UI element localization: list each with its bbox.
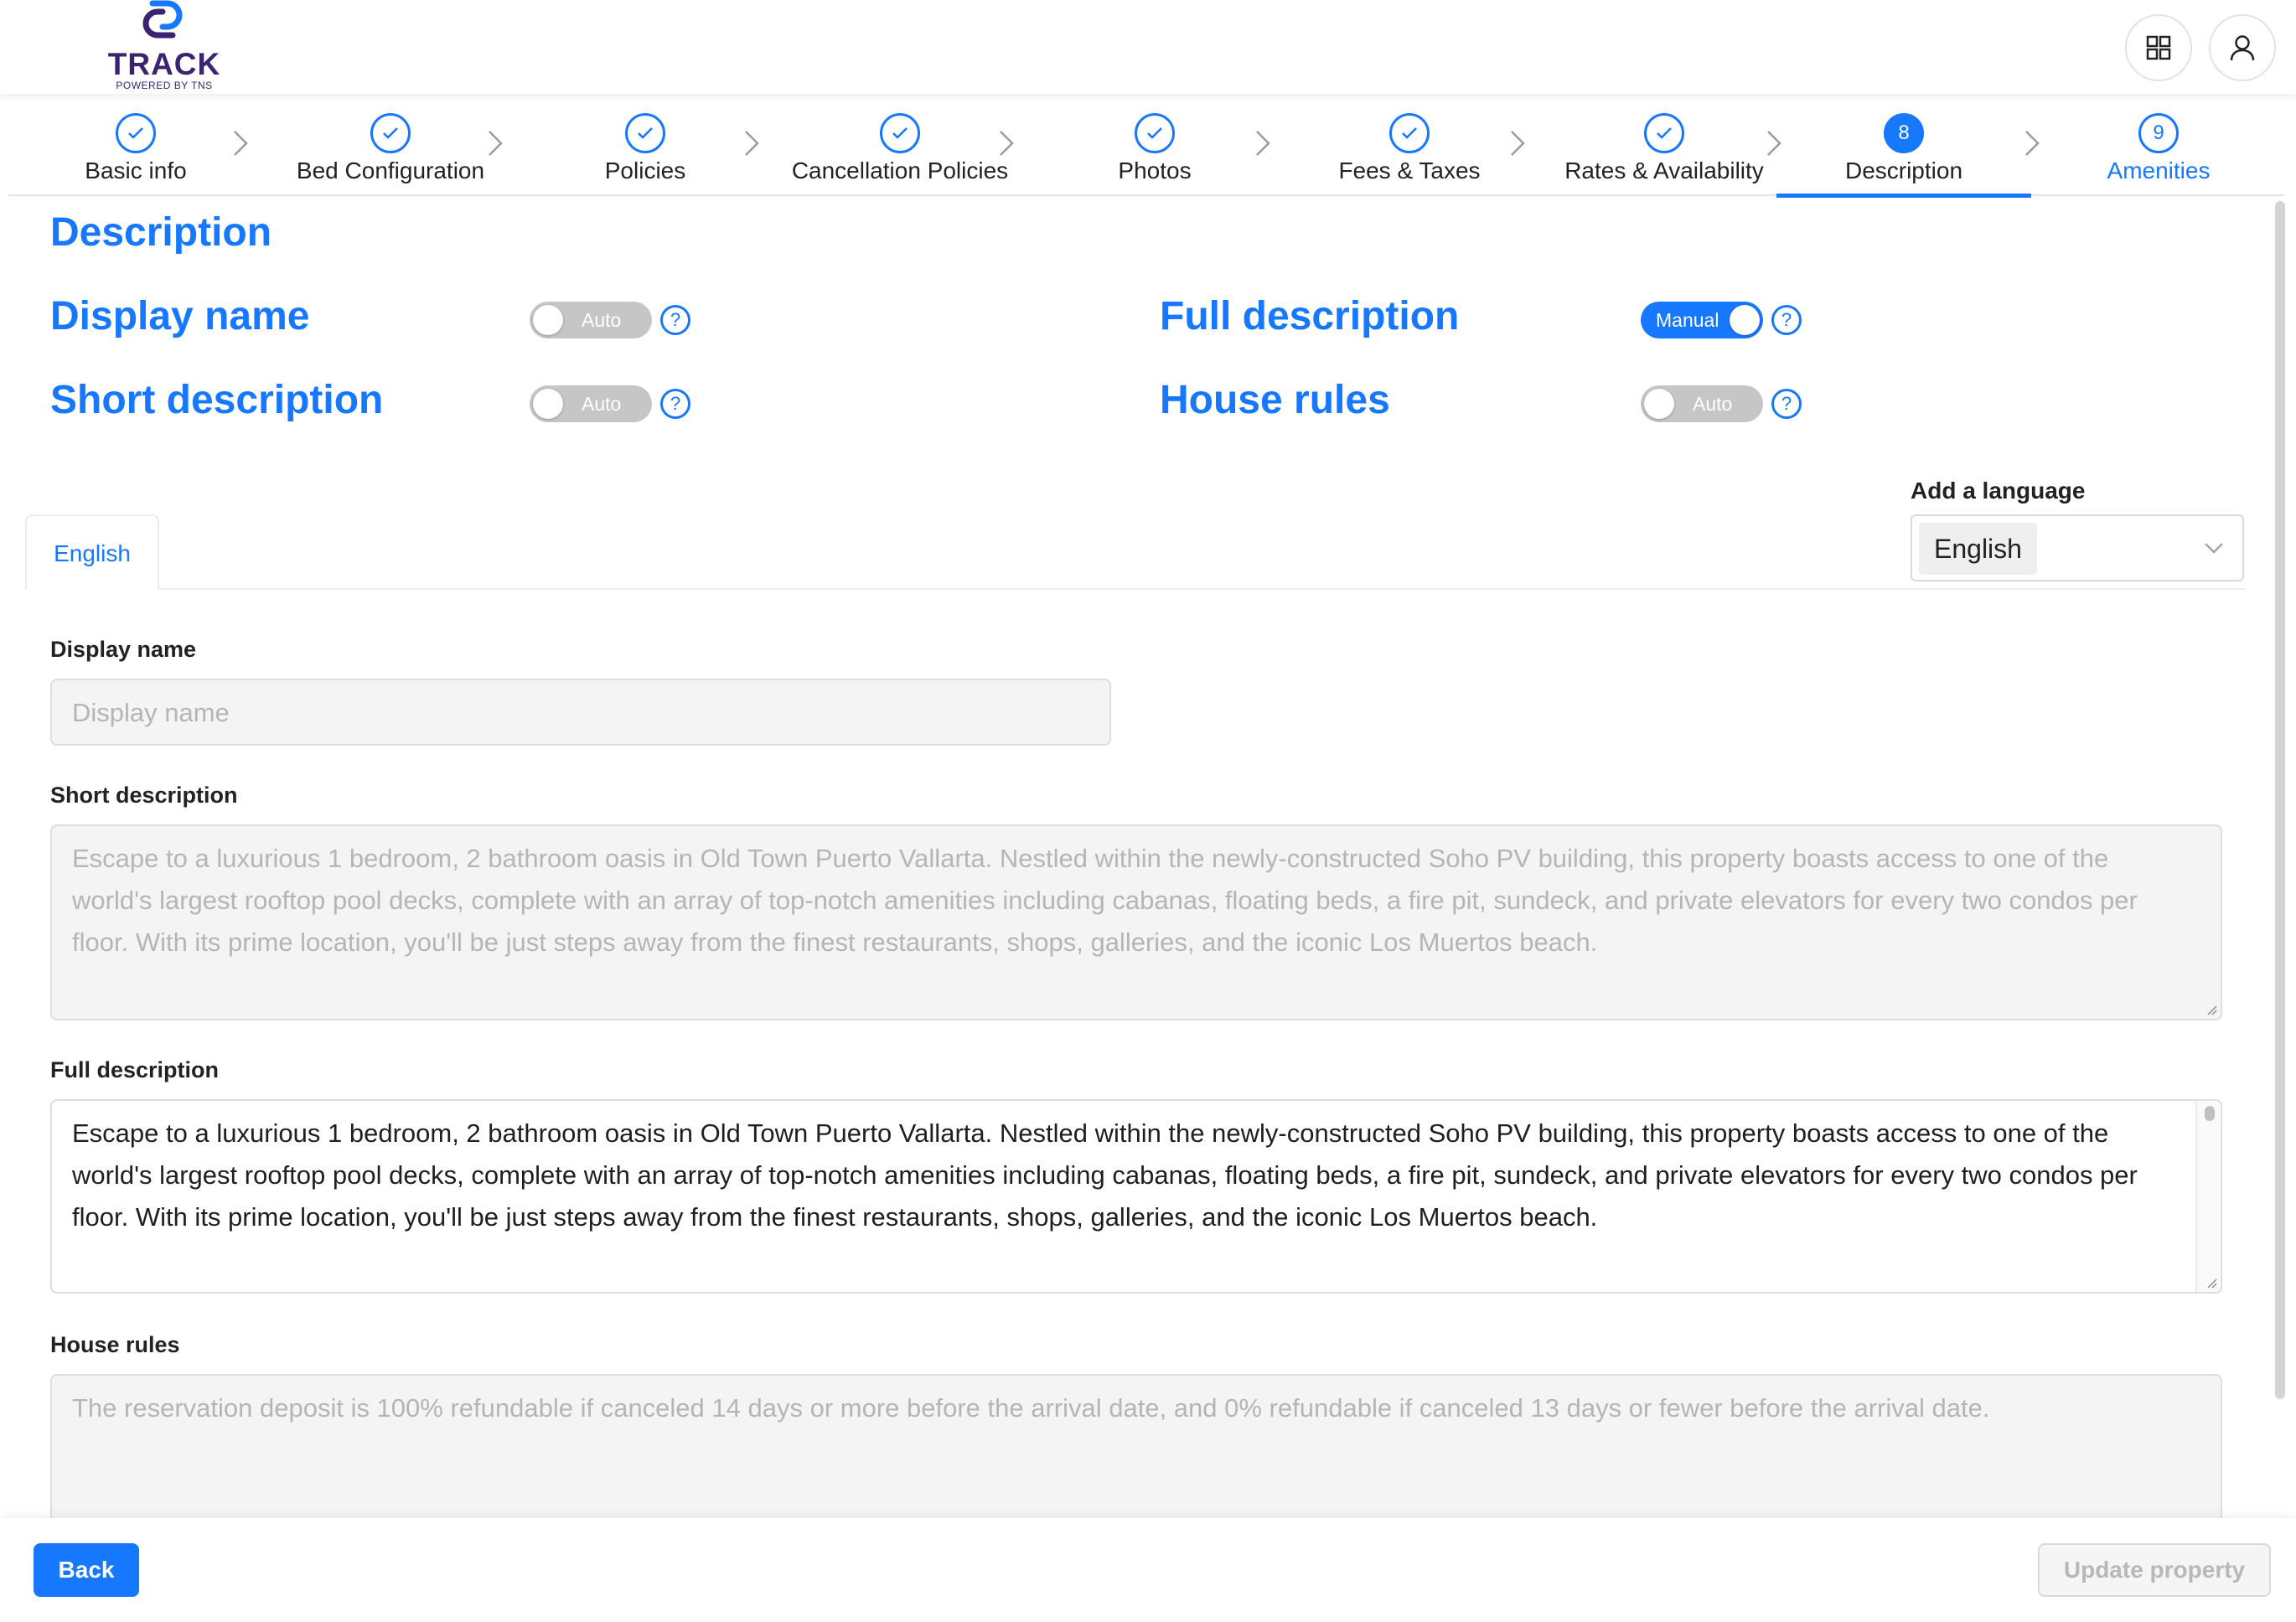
- full-description-heading: Full description: [1160, 294, 1460, 338]
- toggle-label: Manual: [1656, 309, 1719, 331]
- tab-english[interactable]: English: [25, 514, 159, 590]
- step-label: Amenities: [2107, 158, 2211, 183]
- footer-bar: Back Update property: [0, 1518, 2296, 1622]
- resize-handle-icon[interactable]: [2205, 1003, 2218, 1016]
- page-scrollbar-thumb[interactable]: [2275, 201, 2285, 1399]
- step-label: Fees & Taxes: [1338, 158, 1481, 183]
- house-rules-auto-toggle[interactable]: Auto: [1641, 385, 1763, 422]
- toggle-knob: [1644, 389, 1674, 419]
- toggle-label: Auto: [582, 393, 622, 415]
- toggle-label: Auto: [582, 309, 622, 331]
- textarea-scrollbar[interactable]: [2195, 1101, 2221, 1292]
- step-fees-taxes[interactable]: Fees & Taxes: [1282, 94, 1537, 196]
- step-check-icon: [1644, 113, 1684, 153]
- short-description-textarea[interactable]: Escape to a luxurious 1 bedroom, 2 bathr…: [50, 824, 2222, 1020]
- tab-bar-divider: [25, 588, 2246, 590]
- wizard-steps: Basic info Bed Configuration Policies Ca…: [8, 94, 2286, 198]
- chevron-right-icon: [1256, 131, 1270, 156]
- house-rules-field-label: House rules: [50, 1332, 180, 1357]
- help-icon[interactable]: ?: [660, 305, 690, 335]
- step-amenities[interactable]: 9 Amenities: [2031, 94, 2286, 196]
- step-label: Photos: [1118, 158, 1192, 183]
- display-name-auto-toggle[interactable]: Auto: [530, 302, 652, 338]
- track-logo[interactable]: TRACK POWERED BY TNS: [107, 0, 221, 92]
- user-menu-button[interactable]: [2209, 14, 2276, 81]
- step-check-icon: [1389, 113, 1430, 153]
- step-number: 9: [2153, 121, 2164, 144]
- step-check-icon: [370, 113, 411, 153]
- step-label: Rates & Availability: [1564, 158, 1764, 183]
- full-description-field-label: Full description: [50, 1057, 220, 1082]
- resize-handle-icon[interactable]: [2205, 1276, 2218, 1289]
- step-number-badge: 8: [1884, 113, 1924, 153]
- full-description-text: Escape to a luxurious 1 bedroom, 2 bathr…: [72, 1118, 2138, 1232]
- step-photos[interactable]: Photos: [1027, 94, 1282, 196]
- short-description-heading: Short description: [50, 378, 384, 422]
- page-title: Description: [50, 210, 272, 255]
- display-name-heading: Display name: [50, 294, 310, 338]
- page-scrollbar[interactable]: [2273, 201, 2288, 1399]
- display-name-input[interactable]: Display name: [50, 679, 1111, 746]
- language-select[interactable]: English: [1911, 514, 2244, 581]
- help-icon[interactable]: ?: [1771, 389, 1802, 419]
- top-header: TRACK POWERED BY TNS: [0, 0, 2296, 94]
- logo-text: TRACK: [107, 47, 221, 81]
- step-check-icon: [625, 113, 665, 153]
- back-button[interactable]: Back: [34, 1543, 139, 1597]
- display-name-field-label: Display name: [50, 637, 197, 662]
- user-icon: [2230, 35, 2255, 61]
- full-description-manual-toggle[interactable]: Manual: [1641, 302, 1763, 338]
- apps-button[interactable]: [2125, 14, 2192, 81]
- toggle-knob: [533, 305, 563, 335]
- help-icon[interactable]: ?: [1771, 305, 1802, 335]
- step-description[interactable]: 8 Description: [1776, 94, 2031, 198]
- toggle-knob: [533, 389, 563, 419]
- step-check-icon: [880, 113, 920, 153]
- selected-language-tag: English: [1919, 523, 2037, 575]
- chevron-right-icon: [1000, 131, 1014, 156]
- add-language-label: Add a language: [1911, 478, 2086, 504]
- full-description-textarea[interactable]: Escape to a luxurious 1 bedroom, 2 bathr…: [50, 1099, 2222, 1294]
- chevron-right-icon: [489, 131, 503, 156]
- toggle-knob: [1730, 305, 1760, 335]
- step-number-badge: 9: [2138, 113, 2179, 153]
- update-property-button[interactable]: Update property: [2038, 1543, 2271, 1597]
- step-check-icon: [116, 113, 156, 153]
- chevron-right-icon: [234, 131, 248, 156]
- logo-subtext: POWERED BY TNS: [116, 80, 213, 91]
- grid-icon: [2146, 35, 2171, 60]
- toggle-label: Auto: [1693, 393, 1733, 415]
- chevron-right-icon: [1511, 131, 1525, 156]
- short-description-text: Escape to a luxurious 1 bedroom, 2 bathr…: [72, 844, 2138, 957]
- house-rules-heading: House rules: [1160, 378, 1390, 422]
- chevron-right-icon: [745, 131, 759, 156]
- step-number: 8: [1898, 121, 1910, 144]
- chevron-down-icon: [2205, 543, 2223, 554]
- logo-mark-icon: [142, 0, 183, 39]
- house-rules-text: The reservation deposit is 100% refundab…: [72, 1393, 1990, 1423]
- short-description-auto-toggle[interactable]: Auto: [530, 385, 652, 422]
- scrollbar-thumb[interactable]: [2205, 1106, 2215, 1121]
- display-name-placeholder: Display name: [72, 698, 230, 727]
- active-step-indicator: [1776, 194, 2031, 198]
- step-label: Description: [1844, 158, 1963, 183]
- short-description-field-label: Short description: [50, 783, 238, 808]
- step-rates-availability[interactable]: Rates & Availability: [1537, 94, 1792, 196]
- help-icon[interactable]: ?: [660, 389, 690, 419]
- step-check-icon: [1135, 113, 1175, 153]
